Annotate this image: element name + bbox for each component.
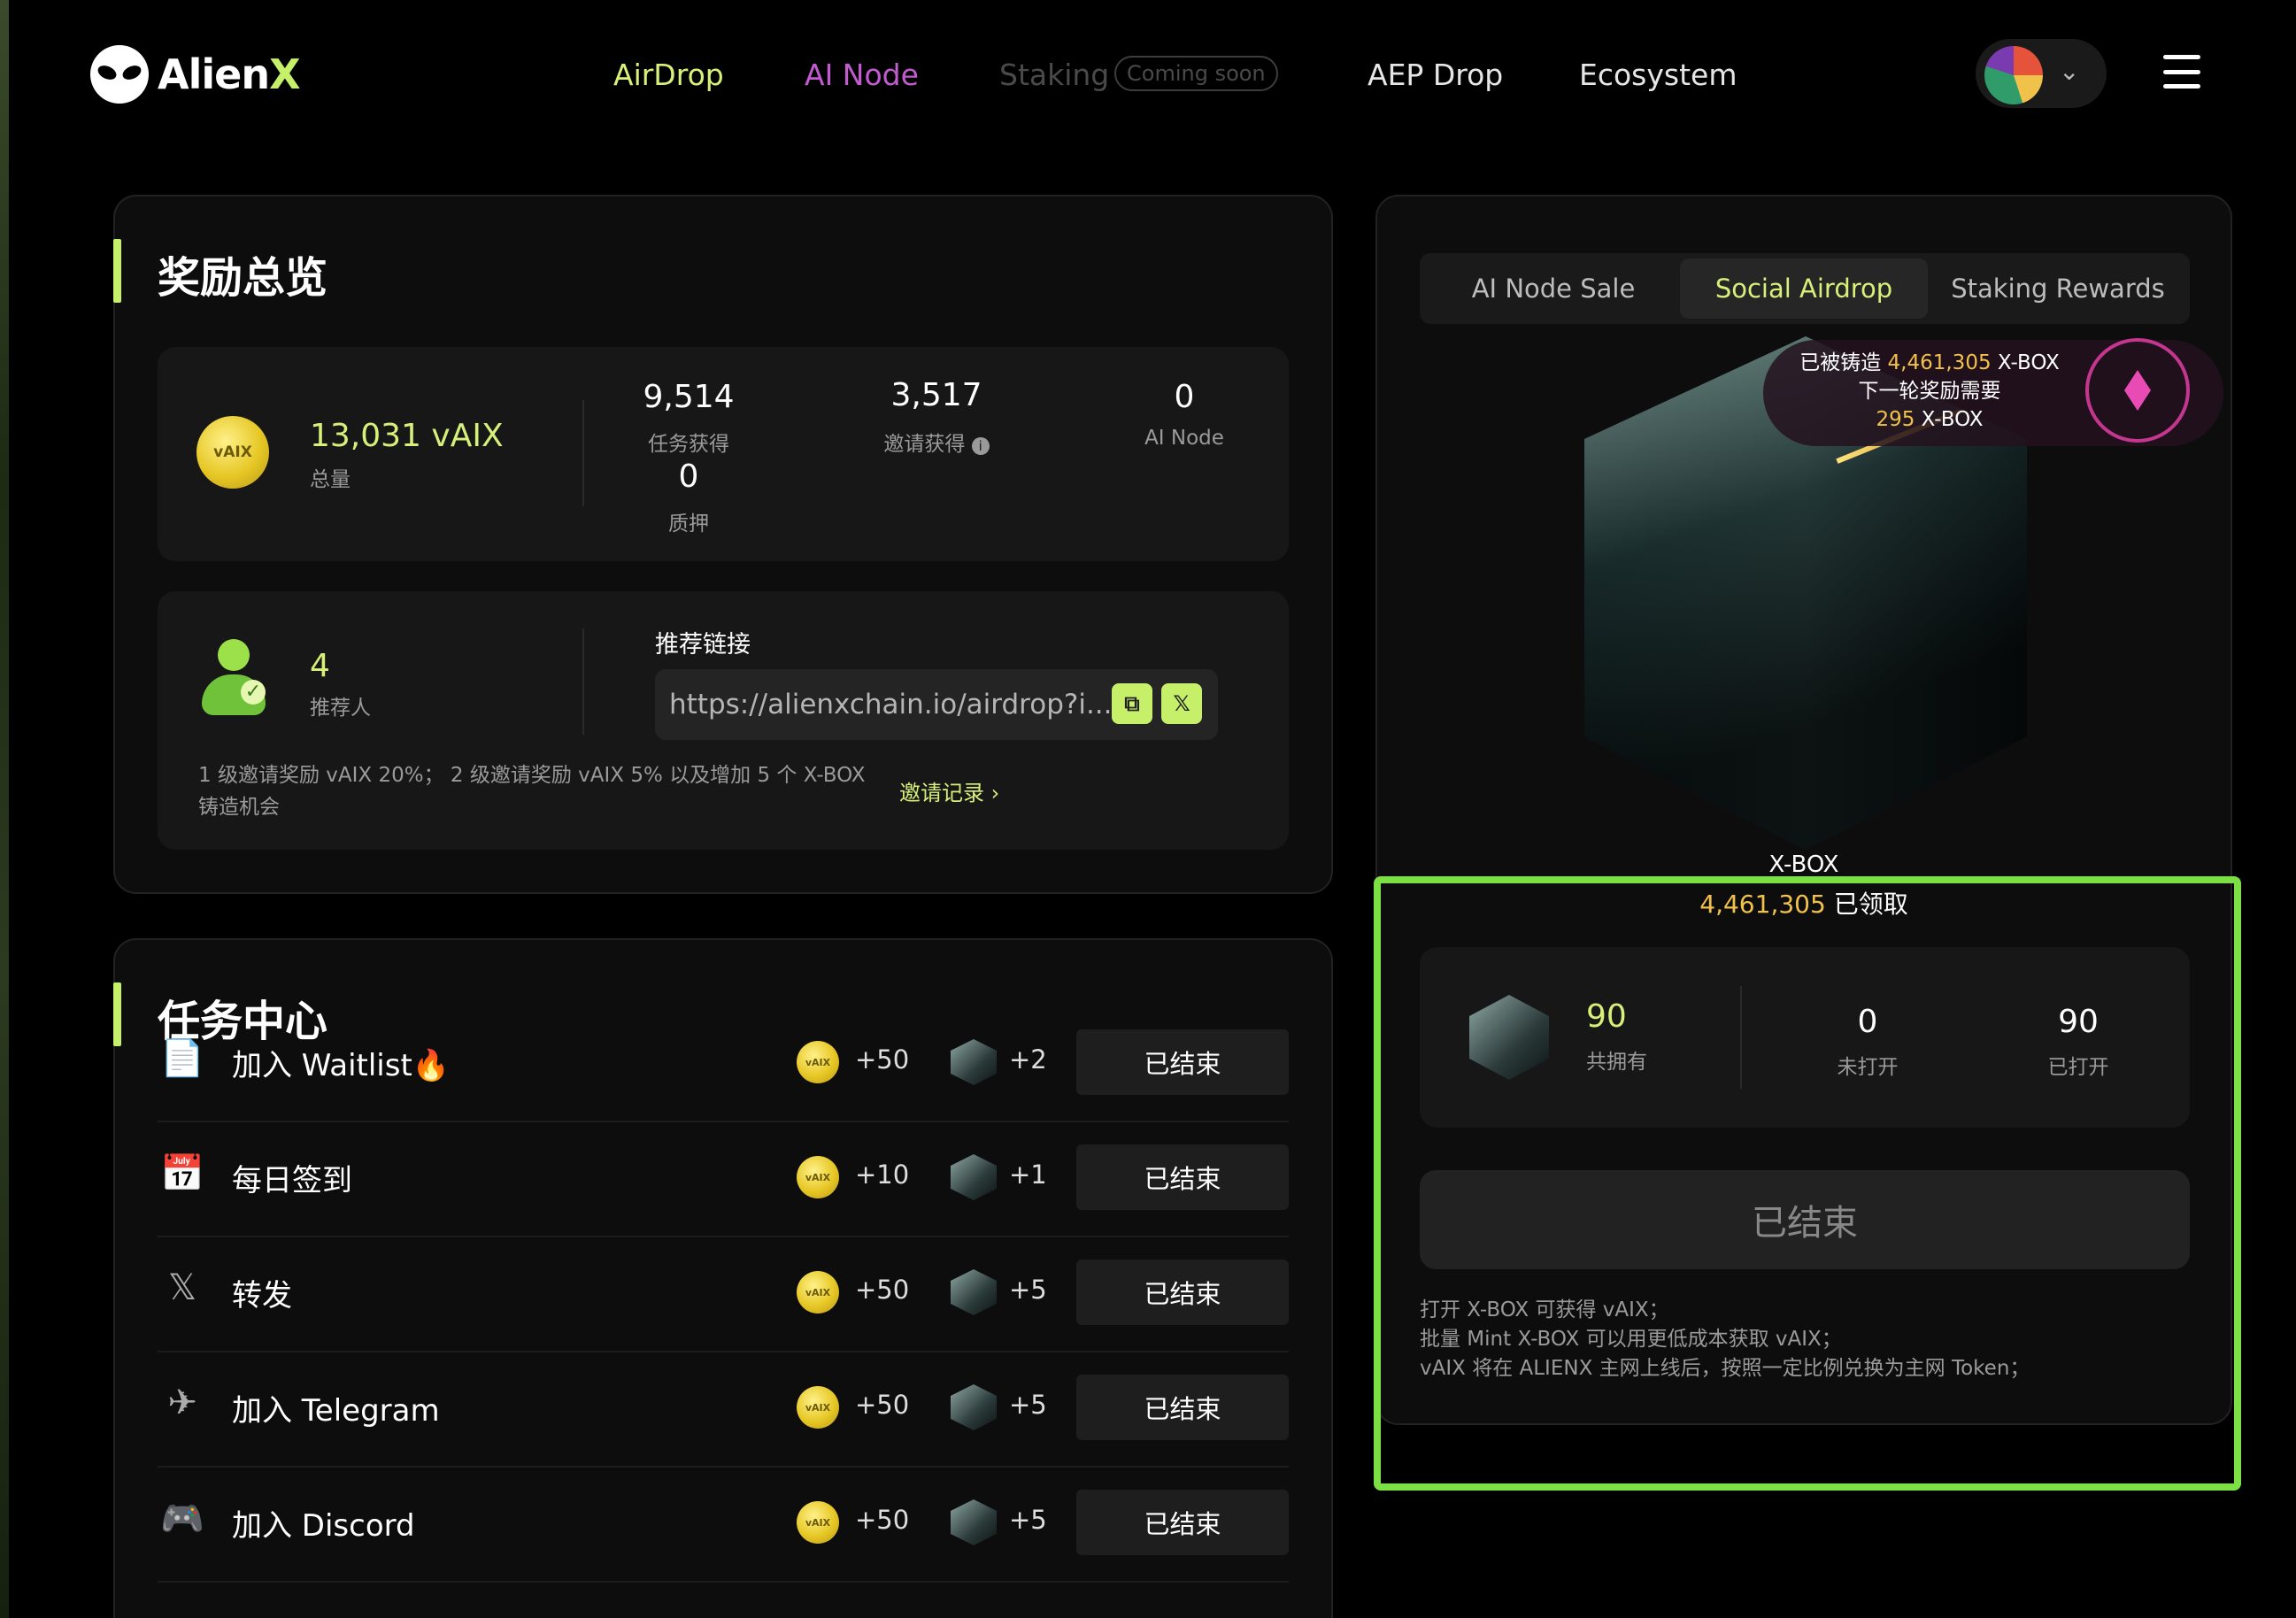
mint-status: 已被铸造 4,461,305 X-BOX 下一轮奖励需要 295 X-BOX (1799, 351, 2060, 431)
task-vaix-reward: +50 (855, 1505, 910, 1535)
total-label: 总量 (310, 468, 351, 491)
divider (582, 628, 584, 735)
tab-ai-node-sale[interactable]: AI Node Sale (1427, 253, 1680, 324)
note-line: 打开 X-BOX 可获得 vAIX； (1420, 1298, 1669, 1321)
fire-icon: 🔥 (412, 1048, 451, 1083)
ended-button[interactable]: 已结束 (1420, 1170, 2190, 1269)
task-vaix-reward: +50 (855, 1044, 910, 1075)
task-vaix-reward: +10 (855, 1160, 910, 1190)
referrer-count: 4 (310, 648, 330, 684)
task-box-reward: +2 (1009, 1044, 1047, 1075)
xbox-label: X-BOX (1768, 851, 1839, 878)
task-name: 转发 (232, 1278, 292, 1314)
opened-label: 已打开 (2047, 1056, 2109, 1079)
diamond-icon (2124, 370, 2151, 411)
vaix-coin-icon: vAIX (797, 1041, 839, 1083)
reward-title: 奖励总览 (158, 253, 328, 303)
task-name: 加入 Telegram (232, 1393, 440, 1429)
vaix-coin-icon: vAIX (196, 416, 269, 489)
referral-link-text: https://alienxchain.io/airdrop?i... (669, 689, 1113, 720)
user-check-icon: ✓ (198, 639, 269, 720)
invite-record-link[interactable]: 邀请记录 › (899, 775, 999, 806)
tab-social-airdrop[interactable]: Social Airdrop (1680, 258, 1928, 319)
ainode-label: AI Node (1144, 427, 1224, 450)
own-value: 90 (1586, 998, 1627, 1035)
logo[interactable]: AlienX (90, 42, 301, 106)
nav-airdrop[interactable]: AirDrop (613, 51, 724, 97)
divider (1740, 986, 1742, 1089)
divider (582, 400, 584, 506)
task-icon: 𝕏 (167, 1267, 197, 1308)
claimed-text: 4,461,305 已领取 (1699, 890, 1908, 919)
task-vaix-reward: +50 (855, 1275, 910, 1305)
mint-diamond-button[interactable] (2085, 338, 2190, 443)
vaix-coin-icon: vAIX (797, 1501, 839, 1544)
referrer-label: 推荐人 (310, 697, 371, 720)
x-share-icon[interactable]: 𝕏 (1161, 683, 1202, 724)
ainode-value: 0 (1174, 379, 1195, 415)
hamburger-menu-icon[interactable] (2163, 55, 2200, 89)
xbox-notes: 打开 X-BOX 可获得 vAIX； 批量 Mint X-BOX 可以用更低成本… (1420, 1296, 2190, 1383)
task-vaix-reward: +50 (855, 1390, 910, 1420)
task-ended-button[interactable]: 已结束 (1076, 1144, 1289, 1210)
invite-value: 3,517 (890, 377, 982, 413)
info-icon: i (971, 437, 990, 455)
task-box-reward: +5 (1009, 1390, 1047, 1420)
logo-text: AlienX (158, 50, 301, 98)
total-value: 13,031 vAIX (310, 418, 504, 454)
invite-note: 1 级邀请奖励 vAIX 20%； 2 级邀请奖励 vAIX 5% 以及增加 5… (198, 764, 866, 819)
task-icon: 📄 (160, 1038, 204, 1079)
stake-label: 质押 (668, 512, 709, 535)
vaix-coin-icon: vAIX (797, 1271, 839, 1314)
task-icon: ✈ (167, 1383, 197, 1423)
vaix-coin-icon: vAIX (797, 1156, 839, 1198)
task-value: 9,514 (643, 379, 735, 415)
tab-staking-rewards[interactable]: Staking Rewards (1930, 253, 2186, 324)
nav-aep-drop[interactable]: AEP Drop (1368, 51, 1503, 97)
nav-ai-node[interactable]: AI Node (805, 51, 919, 97)
vaix-coin-icon: vAIX (797, 1386, 839, 1429)
task-ended-button[interactable]: 已结束 (1076, 1375, 1289, 1440)
task-box-reward: +5 (1009, 1275, 1047, 1305)
note-line: 批量 Mint X-BOX 可以用更低成本获取 vAIX； (1420, 1328, 1842, 1351)
alien-logo-icon (90, 45, 149, 104)
own-label: 共拥有 (1586, 1051, 1647, 1074)
task-icon: 🎮 (160, 1499, 204, 1539)
referral-link-title: 推荐链接 (655, 631, 751, 659)
note-line: vAIX 将在 ALIENX 主网上线后，按照一定比例兑换为主网 Token； (1420, 1357, 2030, 1380)
title-accent (113, 982, 121, 1046)
task-label: 任务获得 (648, 433, 729, 456)
coming-soon-badge: Coming soon (1114, 56, 1278, 91)
task-ended-button[interactable]: 已结束 (1076, 1029, 1289, 1095)
task-name: 加入 Waitlist🔥 (232, 1048, 451, 1083)
avatar (1984, 46, 2043, 104)
task-icon: 📅 (160, 1153, 204, 1194)
unopened-value: 0 (1857, 1004, 1878, 1040)
nav-staking: Staking (999, 57, 1110, 92)
invite-label: 邀请获得 i (867, 427, 1005, 457)
task-ended-button[interactable]: 已结束 (1076, 1490, 1289, 1555)
nav-ecosystem[interactable]: Ecosystem (1579, 51, 1737, 97)
task-ended-button[interactable]: 已结束 (1076, 1260, 1289, 1325)
task-box-reward: +5 (1009, 1505, 1047, 1535)
title-accent (113, 239, 121, 303)
task-name: 每日签到 (232, 1163, 352, 1198)
background-edge (0, 0, 9, 1618)
opened-value: 90 (2058, 1004, 2099, 1040)
task-name: 加入 Discord (232, 1508, 415, 1544)
chevron-down-icon: ⌄ (2059, 57, 2080, 86)
unopened-label: 未打开 (1837, 1056, 1899, 1079)
stake-value: 0 (678, 458, 699, 495)
copy-icon[interactable]: ⧉ (1112, 683, 1152, 724)
task-box-reward: +1 (1009, 1160, 1047, 1190)
page: AlienX AirDrop AI Node Staking Coming so… (0, 0, 2296, 1618)
